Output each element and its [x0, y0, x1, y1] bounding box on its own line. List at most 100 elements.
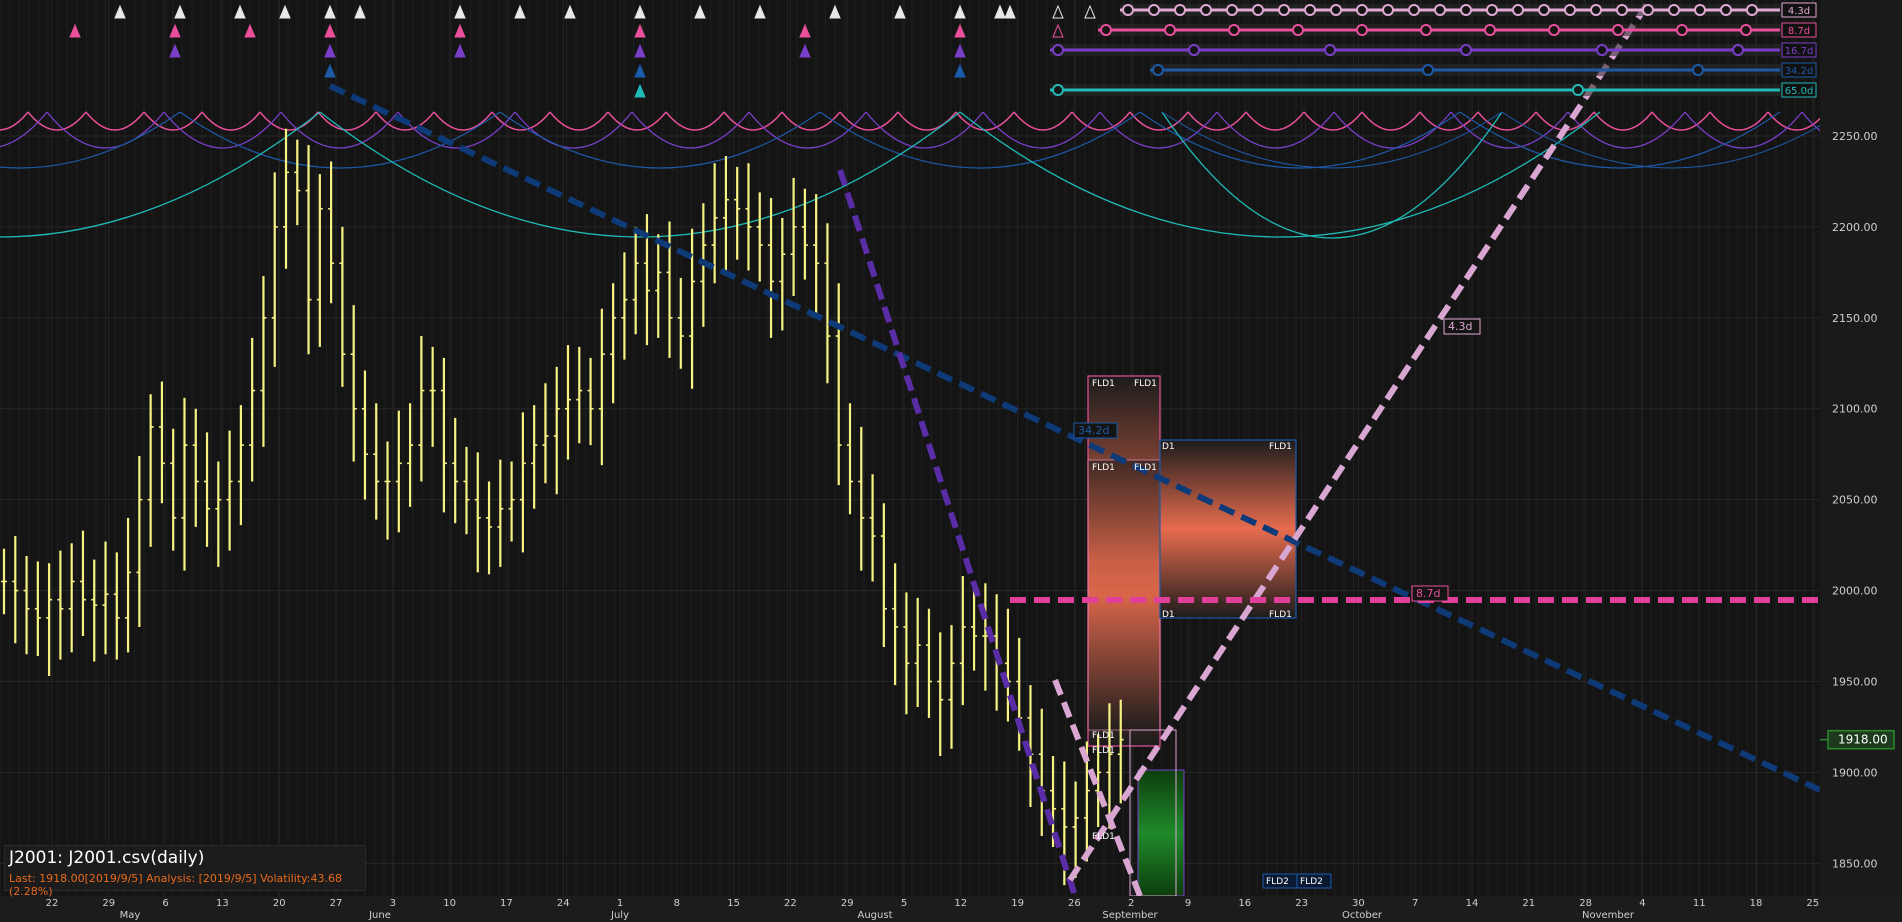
cycle-row-node [1252, 4, 1264, 16]
cycle-row-node [1226, 4, 1238, 16]
cycle-row-label: 34.2d [1785, 66, 1814, 77]
cycle-row-node [1460, 44, 1472, 56]
date-tick-label: 20 [273, 898, 286, 909]
date-tick-label: 8 [674, 898, 680, 909]
cycle-row-label: 4.3d [1788, 6, 1810, 17]
last-price-label: 1918.00 [1838, 733, 1888, 747]
date-tick-label: 13 [216, 898, 229, 909]
date-tick-label: 9 [1185, 898, 1191, 909]
price-tick-label: 2000.00 [1832, 585, 1878, 598]
cycle-row-node [1164, 24, 1176, 36]
date-tick-label: 5 [901, 898, 907, 909]
cycle-row-node [1746, 4, 1758, 16]
cycle-row-node [1512, 4, 1524, 16]
cycle-row-node [1694, 4, 1706, 16]
cycle-row-node [1422, 64, 1434, 76]
fld-box-green [1137, 769, 1185, 897]
date-tick-label: 7 [1412, 898, 1418, 909]
cycle-row-node [1692, 64, 1704, 76]
date-tick-label: 17 [500, 898, 513, 909]
annotation-fld1: FLD1 [1269, 610, 1292, 620]
cycle-row-node [1188, 44, 1200, 56]
cycle-row-node [1720, 4, 1732, 16]
cycle-row-node [1292, 24, 1304, 36]
cycle-row-node [1052, 84, 1064, 96]
cycle-row-node [1590, 4, 1602, 16]
date-tick-label: 21 [1522, 898, 1535, 909]
cycle-row-node [1612, 24, 1624, 36]
cycle-row-node [1732, 44, 1744, 56]
annotation-34-2d: 34.2d [1078, 424, 1109, 437]
cycle-row-node [1408, 4, 1420, 16]
cycle-row-node [1642, 4, 1654, 16]
date-tick-label: 6 [162, 898, 168, 909]
price-tick-label: 2150.00 [1832, 312, 1878, 325]
date-tick-label: 23 [1295, 898, 1308, 909]
cycle-row-node [1740, 24, 1752, 36]
annotation-fld1: FLD1 [1134, 463, 1157, 473]
annotation-fld1: FLD1 [1092, 463, 1115, 473]
cycle-row-node [1564, 4, 1576, 16]
instrument-status-line: Last: 1918.00[2019/9/5] Analysis: [2019/… [9, 872, 342, 898]
month-label: July [610, 910, 629, 921]
annotation-8-7d: 8.7d [1416, 587, 1440, 600]
cycle-row-node [1668, 4, 1680, 16]
date-tick-label: 27 [330, 898, 343, 909]
month-label: May [120, 910, 141, 921]
cycle-row-node [1356, 4, 1368, 16]
month-label: October [1342, 910, 1383, 921]
cycle-row-label: 8.7d [1788, 26, 1810, 37]
annotation-d1: D1 [1162, 610, 1175, 620]
cycle-chart[interactable]: 4.3d8.7d16.7d34.2d65.0d 2250.002200.0021… [0, 0, 1902, 922]
price-tick-label: 1850.00 [1832, 857, 1878, 870]
date-tick-label: 25 [1806, 898, 1819, 909]
price-tick-label: 2050.00 [1832, 494, 1878, 507]
cycle-row-node [1356, 24, 1368, 36]
date-tick-label: 29 [841, 898, 854, 909]
instrument-title: J2001: J2001.csv(daily) [9, 848, 205, 868]
month-label: August [858, 910, 893, 921]
date-tick-label: 11 [1693, 898, 1706, 909]
cycle-row-node [1148, 4, 1160, 16]
fld-box-inner [1087, 459, 1161, 731]
cycle-row-node [1676, 24, 1688, 36]
annotation-4-3d: 4.3d [1448, 320, 1472, 333]
cycle-row-node [1616, 4, 1628, 16]
date-tick-label: 19 [1011, 898, 1024, 909]
cycle-row-node [1278, 4, 1290, 16]
cycle-row-node [1596, 44, 1608, 56]
cycle-row-node [1304, 4, 1316, 16]
cycle-row-node [1538, 4, 1550, 16]
fld-box-34-2d [1159, 439, 1297, 619]
annotation-fld1: FLD1 [1134, 379, 1157, 389]
annotation-fld1: FLD1 [1092, 832, 1115, 842]
month-label: September [1102, 910, 1158, 921]
date-tick-label: 15 [727, 898, 740, 909]
cycle-row-node [1420, 24, 1432, 36]
cycle-row-node [1122, 4, 1134, 16]
cycle-row-node [1228, 24, 1240, 36]
date-tick-label: 4 [1639, 898, 1645, 909]
price-tick-label: 1950.00 [1832, 675, 1878, 688]
annotation-fld1: FLD1 [1092, 379, 1115, 389]
annotation-fld2: FLD2 [1300, 877, 1323, 887]
annotation-fld1: FLD1 [1269, 442, 1292, 452]
price-tick-label: 1900.00 [1832, 766, 1878, 779]
date-tick-label: 22 [784, 898, 797, 909]
cycle-row-node [1484, 24, 1496, 36]
cycle-row-node [1152, 64, 1164, 76]
cycle-row-node [1052, 44, 1064, 56]
date-tick-label: 1 [617, 898, 623, 909]
month-label: June [368, 910, 391, 921]
cycle-row-label: 16.7d [1785, 46, 1814, 57]
date-tick-label: 16 [1238, 898, 1251, 909]
cycle-row-label: 65.0d [1785, 86, 1814, 97]
date-tick-label: 26 [1068, 898, 1081, 909]
date-tick-label: 28 [1579, 898, 1592, 909]
price-tick-label: 2200.00 [1832, 221, 1878, 234]
chart-stage: 4.3d 8.7d 16.7d 34.2d 65.0d 2250.00 2200.00 21… [0, 0, 1902, 922]
cycle-row-node [1382, 4, 1394, 16]
cycle-row-node [1174, 4, 1186, 16]
cycle-row-node [1548, 24, 1560, 36]
annotation-fld1: FLD1 [1092, 746, 1115, 756]
